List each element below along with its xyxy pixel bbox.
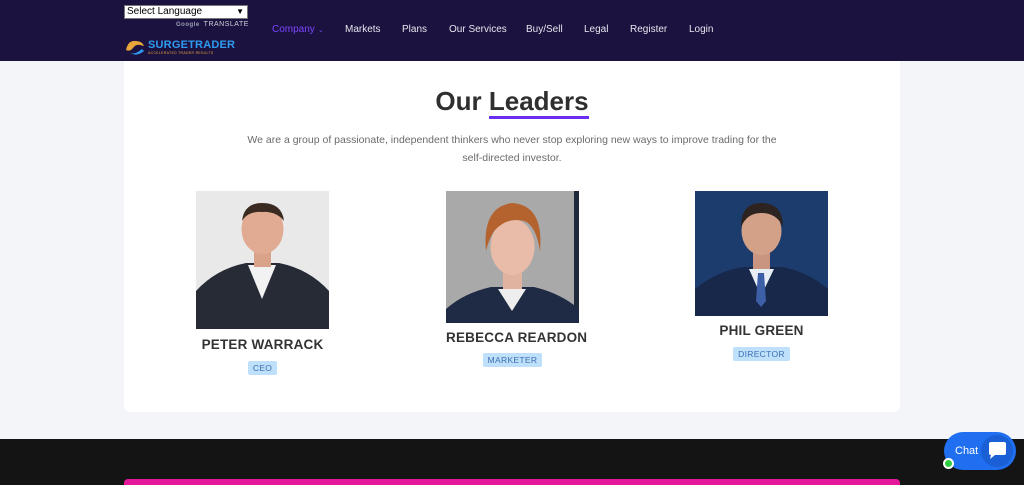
leader-card: PHIL GREEN DIRECTOR — [695, 191, 828, 362]
language-select[interactable]: Select Language ▼ — [124, 5, 248, 19]
title-word-leaders: Leaders — [488, 86, 589, 119]
leader-name: PETER WARRACK — [201, 337, 324, 352]
online-status-dot — [943, 458, 954, 469]
logo-wordmark: SURGETRADER — [148, 39, 235, 51]
nav-item-buy-sell[interactable]: Buy/Sell — [526, 24, 563, 35]
language-select-value: Select Language — [127, 6, 203, 17]
chat-bubble-icon — [981, 435, 1013, 467]
nav-item-plans[interactable]: Plans — [402, 24, 427, 35]
leader-photo — [695, 191, 828, 316]
site-header: Select Language ▼ Google TRANSLATE SURGET… — [0, 0, 1024, 61]
logo-word-surge: SURGE — [148, 39, 189, 51]
section-description: We are a group of passionate, independen… — [247, 134, 777, 164]
google-translate-credit[interactable]: Google TRANSLATE — [176, 21, 249, 28]
leader-name: PHIL GREEN — [719, 323, 804, 338]
translate-label: TRANSLATE — [203, 21, 249, 28]
role-badge: CEO — [247, 361, 278, 375]
leader-photo — [446, 191, 579, 323]
nav-item-our-services[interactable]: Our Services — [449, 24, 507, 35]
logo-tagline: ACCELERATED TRADER RESULTS — [148, 51, 214, 55]
nav-item-markets[interactable]: Markets — [345, 24, 381, 35]
nav-item-legal[interactable]: Legal — [584, 24, 608, 35]
chevron-down-icon: ⌄ — [317, 27, 324, 34]
logo-word-trader: TRADER — [188, 39, 236, 51]
site-logo[interactable]: SURGETRADER ACCELERATED TRADER RESULTS — [124, 36, 235, 58]
leader-name: REBECCA REARDON — [446, 330, 588, 345]
leader-card: REBECCA REARDON MARKETER — [446, 191, 588, 368]
nav-item-login[interactable]: Login — [689, 24, 713, 35]
nav-label: Company — [272, 24, 315, 35]
section-title: Our Leaders — [0, 86, 1024, 119]
chat-label: Chat — [955, 445, 979, 457]
footer-accent-bar — [124, 479, 900, 485]
role-badge: DIRECTOR — [733, 347, 790, 361]
leader-photo — [196, 191, 329, 329]
google-label: Google — [176, 22, 200, 28]
title-word-our: Our — [435, 86, 482, 116]
chevron-down-icon: ▼ — [236, 7, 244, 16]
nav-item-register[interactable]: Register — [630, 24, 667, 35]
leader-card: PETER WARRACK CEO — [196, 191, 329, 376]
chat-button[interactable]: Chat — [944, 432, 1016, 470]
logo-bull-icon — [126, 40, 144, 55]
role-badge: MARKETER — [482, 353, 543, 367]
nav-item-company[interactable]: Company ⌄ — [272, 24, 324, 35]
